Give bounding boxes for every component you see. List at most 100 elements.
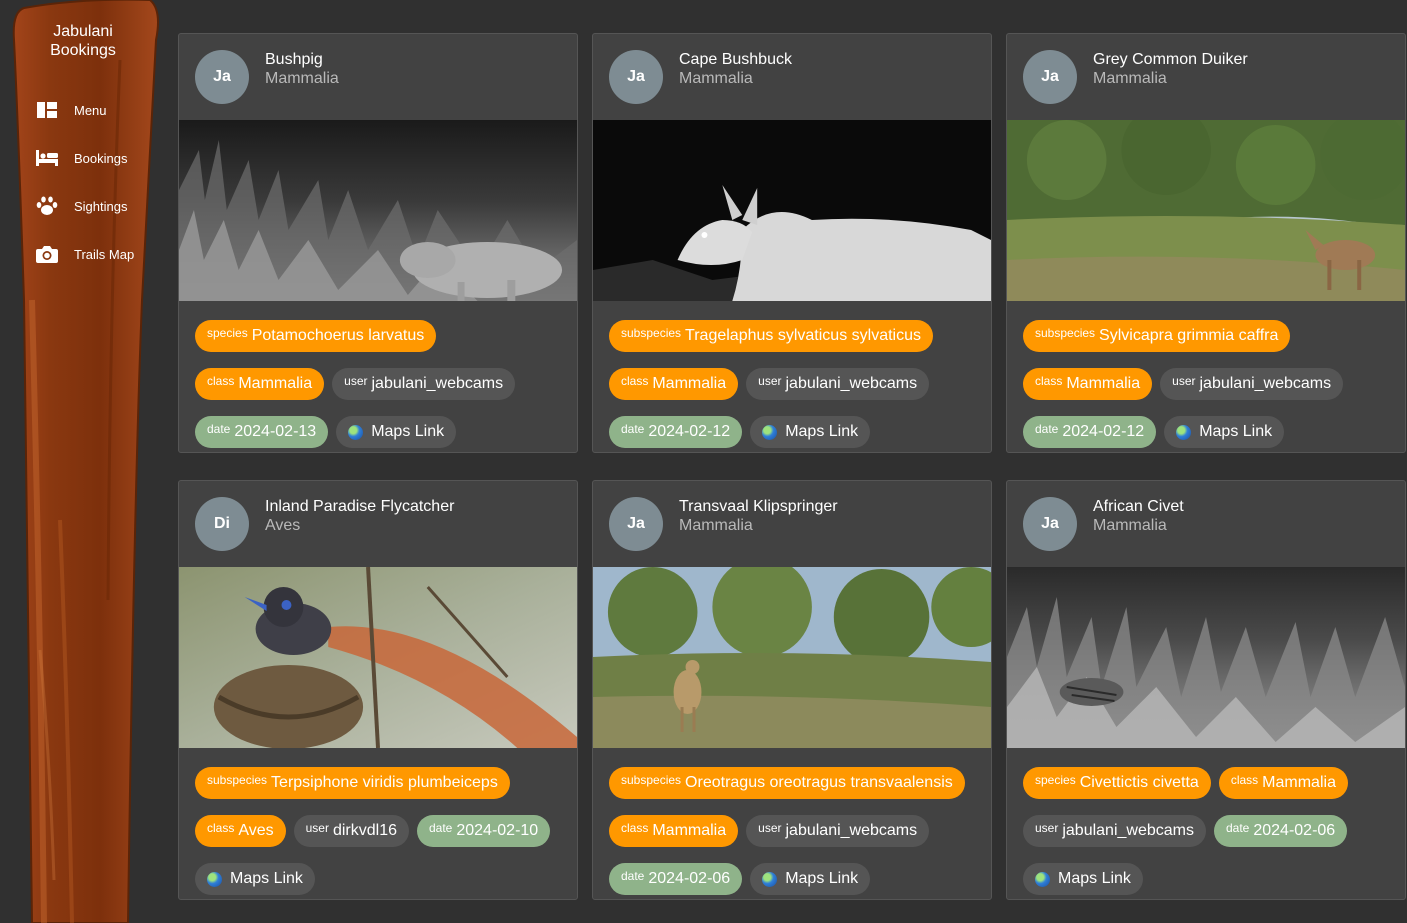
taxon-chip[interactable]: species Potamochoerus larvatus	[195, 320, 437, 352]
maps-link[interactable]: Maps Link	[750, 416, 871, 448]
chip-label: date	[1225, 821, 1250, 835]
sidebar-item-trails-map[interactable]: Trails Map	[36, 230, 134, 278]
class-chip[interactable]: class Mammalia	[1218, 767, 1348, 799]
taxon-chip[interactable]: subspecies Sylvicapra grimmia caffra	[1023, 320, 1291, 352]
maps-link-label: Maps Link	[230, 870, 303, 887]
date-chip[interactable]: date 2024-02-06	[1213, 815, 1348, 847]
chip-value: Mammalia	[652, 375, 727, 392]
chip-label: subspecies	[207, 773, 268, 787]
class-chip[interactable]: class Aves	[195, 815, 286, 847]
maps-link[interactable]: Maps Link	[750, 863, 871, 895]
class-chip[interactable]: class Mammalia	[195, 368, 325, 400]
chip-label: user	[1172, 374, 1196, 388]
chip-value: Aves	[238, 822, 274, 839]
card-subtitle: Mammalia	[679, 70, 753, 87]
taxon-chip[interactable]: subspecies Tragelaphus sylvaticus sylvati…	[609, 320, 933, 352]
chip-label: class	[207, 821, 235, 835]
date-chip[interactable]: date 2024-02-13	[195, 416, 329, 448]
chip-value: 2024-02-13	[234, 423, 317, 440]
sighting-card[interactable]: Ja Transvaal Klipspringer Mammalia subsp…	[592, 480, 992, 900]
chip-label: date	[1035, 422, 1059, 436]
date-chip[interactable]: date 2024-02-12	[609, 416, 743, 448]
app-brand[interactable]: Jabulani Bookings	[28, 22, 138, 60]
sidebar-item-sightings[interactable]: Sightings	[36, 182, 134, 230]
card-subtitle: Mammalia	[1093, 517, 1167, 534]
taxon-chip[interactable]: subspecies Oreotragus oreotragus transvaa…	[609, 767, 965, 799]
paw-icon	[36, 196, 58, 216]
maps-link-label: Maps Link	[1058, 870, 1131, 887]
chip-label: user	[344, 374, 368, 388]
taxon-chip[interactable]: species Civettictis civetta	[1023, 767, 1211, 799]
sighting-photo[interactable]	[1007, 120, 1405, 301]
user-chip[interactable]: user jabulani_webcams	[1160, 368, 1344, 400]
card-title: Cape Bushbuck	[679, 51, 792, 68]
chip-value: jabulani_webcams	[1062, 822, 1194, 839]
card-title: Bushpig	[265, 51, 323, 68]
chip-label: class	[1035, 374, 1063, 388]
card-header: Di Inland Paradise Flycatcher Aves	[179, 481, 577, 567]
sidebar-item-bookings[interactable]: Bookings	[36, 134, 134, 182]
globe-icon	[1035, 871, 1050, 887]
card-subtitle: Mammalia	[1093, 70, 1167, 87]
date-chip[interactable]: date 2024-02-12	[1023, 416, 1157, 448]
globe-icon	[762, 424, 778, 440]
user-chip[interactable]: user jabulani_webcams	[1023, 815, 1206, 847]
sighting-card[interactable]: Di Inland Paradise Flycatcher Aves subsp…	[178, 480, 578, 900]
maps-link[interactable]: Maps Link	[195, 863, 315, 895]
maps-link[interactable]: Maps Link	[1164, 416, 1285, 448]
sighting-photo[interactable]	[593, 567, 991, 748]
chip-label: date	[621, 869, 645, 883]
sighting-card[interactable]: Ja African Civet Mammalia species Civetti…	[1006, 480, 1406, 900]
chip-value: Oreotragus oreotragus transvaalensis	[685, 774, 953, 791]
sighting-card[interactable]: Ja Grey Common Duiker Mammalia subspecie…	[1006, 33, 1406, 453]
maps-link[interactable]: Maps Link	[336, 416, 457, 448]
sidebar-item-label: Bookings	[74, 150, 128, 166]
chip-value: Potamochoerus larvatus	[251, 327, 425, 344]
maps-link-label: Maps Link	[785, 423, 859, 440]
chip-value: Terpsiphone viridis plumbeiceps	[271, 774, 498, 791]
card-subtitle: Mammalia	[265, 70, 339, 87]
avatar: Ja	[1023, 497, 1077, 551]
chip-label: subspecies	[1035, 326, 1096, 340]
chip-label: user	[758, 374, 782, 388]
sighting-card[interactable]: Ja Cape Bushbuck Mammalia subspecies Trag…	[592, 33, 992, 453]
sighting-photo[interactable]	[179, 567, 577, 748]
sighting-photo[interactable]	[179, 120, 577, 301]
user-chip[interactable]: user jabulani_webcams	[746, 815, 930, 847]
sidebar-item-menu[interactable]: Menu	[36, 86, 134, 134]
chip-value: jabulani_webcams	[371, 375, 504, 392]
chip-label: user	[758, 821, 782, 835]
user-chip[interactable]: user jabulani_webcams	[746, 368, 930, 400]
chip-label: class	[621, 374, 649, 388]
date-chip[interactable]: date 2024-02-06	[609, 863, 743, 895]
user-chip[interactable]: user jabulani_webcams	[332, 368, 516, 400]
dashboard-icon	[36, 100, 58, 120]
chip-label: class	[1230, 773, 1259, 787]
date-chip[interactable]: date 2024-02-10	[417, 815, 551, 847]
chip-value: Mammalia	[1066, 375, 1141, 392]
user-chip[interactable]: user dirkvdl16	[293, 815, 409, 847]
chip-label: class	[621, 821, 649, 835]
chip-group: subspecies Terpsiphone viridis plumbeicep…	[195, 767, 565, 895]
chip-label: species	[1035, 773, 1076, 787]
chip-value: Sylvicapra grimmia caffra	[1099, 327, 1279, 344]
class-chip[interactable]: class Mammalia	[609, 368, 739, 400]
sidebar-nav: Menu Bookings Sightings Trails Map	[36, 86, 134, 278]
maps-link-label: Maps Link	[1199, 423, 1273, 440]
taxon-chip[interactable]: subspecies Terpsiphone viridis plumbeicep…	[195, 767, 510, 799]
avatar: Ja	[609, 497, 663, 551]
chip-label: date	[429, 821, 453, 835]
avatar: Di	[195, 497, 249, 551]
chip-label: user	[305, 821, 329, 835]
chip-value: 2024-02-12	[648, 423, 731, 440]
class-chip[interactable]: class Mammalia	[609, 815, 739, 847]
class-chip[interactable]: class Mammalia	[1023, 368, 1153, 400]
sidebar-item-label: Menu	[74, 102, 107, 118]
sighting-photo[interactable]	[593, 120, 991, 301]
maps-link[interactable]: Maps Link	[1023, 863, 1143, 895]
chip-value: Tragelaphus sylvaticus sylvaticus	[685, 327, 921, 344]
sighting-card[interactable]: Ja Bushpig Mammalia species Potamochoerus…	[178, 33, 578, 453]
sighting-photo[interactable]	[1007, 567, 1405, 748]
chip-label: class	[207, 374, 235, 388]
maps-link-label: Maps Link	[785, 870, 859, 887]
